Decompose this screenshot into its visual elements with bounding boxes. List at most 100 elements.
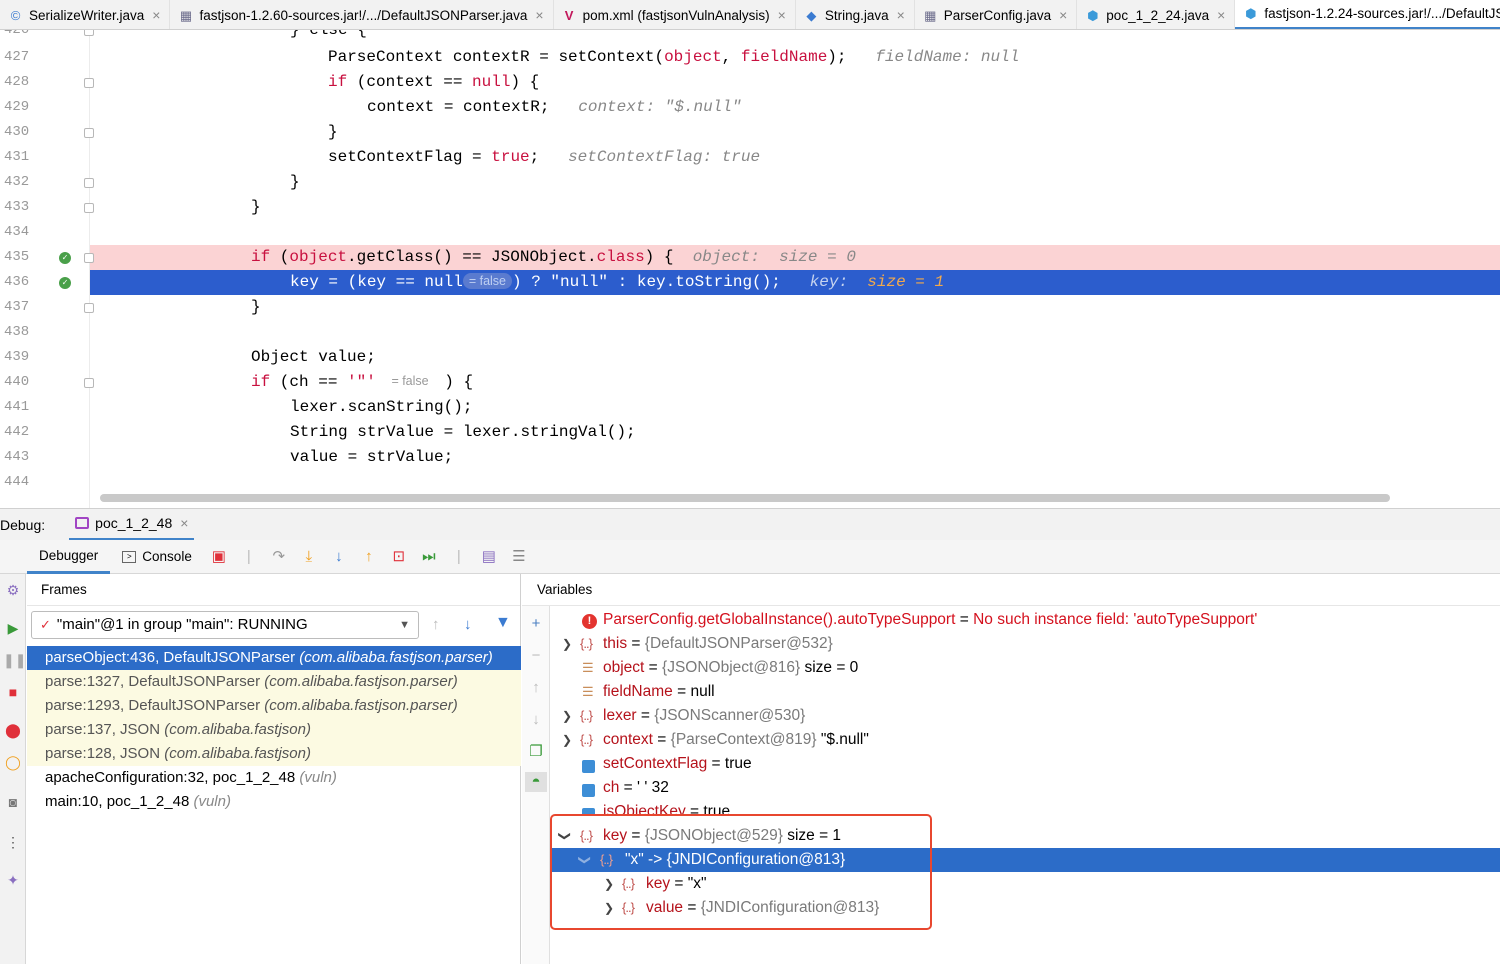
fold-marker-icon[interactable] bbox=[84, 203, 94, 213]
tab-label: ParserConfig.java bbox=[943, 7, 1052, 23]
chevron-right-icon[interactable]: ❯ bbox=[562, 632, 572, 656]
resume-icon[interactable]: ▶ bbox=[3, 618, 23, 638]
variable-row[interactable]: ❯ {..} lexer = {JSONScanner@530} bbox=[522, 704, 1500, 728]
line-number: 443 bbox=[4, 449, 30, 465]
tab-string-java[interactable]: ◆ String.java × bbox=[796, 0, 915, 29]
code-editor[interactable]: 426} else { 427 ParseContext contextR = s… bbox=[0, 30, 1500, 508]
frame-item[interactable]: parseObject:436, DefaultJSONParser (com.… bbox=[27, 646, 521, 670]
filter-icon[interactable]: ▼ bbox=[495, 614, 511, 632]
variable-row[interactable]: ch = ' ' 32 bbox=[522, 776, 1500, 800]
line-number: 440 bbox=[4, 374, 30, 390]
tab-parserconfig[interactable]: ▦ ParserConfig.java × bbox=[915, 0, 1078, 29]
show-execution-point-icon[interactable]: ↷ bbox=[269, 547, 289, 567]
frame-item[interactable]: parse:1327, DefaultJSONParser (com.aliba… bbox=[27, 670, 521, 694]
fold-marker-icon[interactable] bbox=[84, 253, 94, 263]
tab-poc-1-2-24[interactable]: ⬢ poc_1_2_24.java × bbox=[1077, 0, 1236, 29]
frame-item[interactable]: parse:137, JSON (com.alibaba.fastjson) bbox=[27, 718, 521, 742]
fold-marker-icon[interactable] bbox=[84, 30, 94, 36]
frame-package: (com.alibaba.fastjson) bbox=[164, 721, 311, 738]
debug-session-tab[interactable]: poc_1_2_48 × bbox=[69, 509, 195, 541]
code-text: if (context == null) { bbox=[328, 70, 539, 95]
pin-icon[interactable]: ✦ bbox=[3, 870, 23, 890]
variable-value: ' ' 32 bbox=[637, 779, 669, 796]
tab-label: poc_1_2_24.java bbox=[1106, 7, 1210, 23]
close-icon[interactable]: × bbox=[180, 515, 188, 531]
tab-label: String.java bbox=[824, 7, 889, 23]
tab-defaultjsonparser-160[interactable]: ▦ fastjson-1.2.60-sources.jar!/.../Defaul… bbox=[170, 0, 554, 29]
settings-gear-icon[interactable]: ⚙ bbox=[3, 580, 23, 600]
run-to-cursor-icon[interactable]: ⏭ bbox=[419, 547, 439, 567]
frame-item[interactable]: apacheConfiguration:32, poc_1_2_48 (vuln… bbox=[27, 766, 521, 790]
horizontal-scrollbar[interactable] bbox=[100, 494, 1390, 502]
fold-marker-icon[interactable] bbox=[84, 378, 94, 388]
frames-panel: Frames ✓ "main"@1 in group "main": RUNNI… bbox=[27, 574, 521, 964]
fold-marker-icon[interactable] bbox=[84, 128, 94, 138]
trace-icon[interactable]: ☰ bbox=[509, 547, 529, 567]
fold-marker-icon[interactable] bbox=[84, 303, 94, 313]
chevron-right-icon[interactable]: ❯ bbox=[562, 704, 572, 728]
layout-icon[interactable]: ▣ bbox=[209, 547, 229, 567]
variable-value: null bbox=[690, 683, 715, 700]
close-icon[interactable]: × bbox=[152, 7, 160, 23]
parameter-icon: ☰ bbox=[582, 684, 594, 699]
mute-breakpoints-icon[interactable]: ◯ bbox=[3, 752, 23, 772]
debugger-toolbar: Debugger > Console ▣ | ↷ ⤓ ↓ ↑ ⊡ ⏭ | ▤ ☰ bbox=[0, 540, 1500, 574]
code-text: lexer.scanString(); bbox=[290, 398, 473, 416]
tab-debugger[interactable]: Debugger bbox=[27, 540, 111, 574]
close-icon[interactable]: × bbox=[1059, 7, 1067, 23]
frame-item[interactable]: main:10, poc_1_2_48 (vuln) bbox=[27, 790, 521, 814]
code-line: 437} bbox=[0, 295, 1500, 320]
tab-serializewriter[interactable]: © SerializeWriter.java × bbox=[0, 0, 171, 29]
breakpoint-verified-icon[interactable]: ✓ bbox=[59, 252, 71, 264]
tab-console[interactable]: > Console bbox=[110, 540, 204, 574]
variable-name: isObjectKey bbox=[603, 803, 686, 814]
variable-row[interactable]: ! ParserConfig.getGlobalInstance().autoTy… bbox=[522, 608, 1500, 632]
frame-item[interactable]: parse:1293, DefaultJSONParser (com.aliba… bbox=[27, 694, 521, 718]
variable-row[interactable]: ☰ fieldName = null bbox=[522, 680, 1500, 704]
close-icon[interactable]: × bbox=[897, 7, 905, 23]
variable-value: "$.null" bbox=[816, 731, 869, 748]
arrow-up-icon[interactable]: ↑ bbox=[432, 616, 440, 633]
variable-text: context = {ParseContext@819} "$.null" bbox=[603, 728, 869, 752]
more-icon[interactable]: ⋮ bbox=[3, 832, 23, 852]
code-token: fieldName bbox=[740, 48, 828, 66]
breakpoint-verified-icon[interactable]: ✓ bbox=[59, 277, 71, 289]
stop-icon[interactable]: ■ bbox=[3, 682, 23, 702]
check-icon: ✓ bbox=[40, 617, 51, 632]
step-out-icon[interactable]: ↑ bbox=[359, 547, 379, 567]
frame-package: (vuln) bbox=[299, 769, 337, 786]
variable-row[interactable]: ❯ {..} context = {ParseContext@819} "$.nul… bbox=[522, 728, 1500, 752]
step-into-icon[interactable]: ↓ bbox=[329, 547, 349, 567]
thread-selector[interactable]: ✓ "main"@1 in group "main": RUNNING ▼ bbox=[31, 611, 419, 639]
thread-label: "main"@1 in group "main": RUNNING bbox=[56, 616, 308, 633]
fold-marker-icon[interactable] bbox=[84, 178, 94, 188]
frame-package: (com.alibaba.fastjson.parser) bbox=[264, 673, 458, 690]
variable-row[interactable]: ☰ object = {JSONObject@816} size = 0 bbox=[522, 656, 1500, 680]
step-over-icon[interactable]: ⤓ bbox=[299, 547, 319, 567]
close-icon[interactable]: × bbox=[778, 7, 786, 23]
java-class-icon: ⬢ bbox=[1087, 7, 1099, 23]
tab-defaultjsonparser-124[interactable]: ⬢ fastjson-1.2.24-sources.jar!/.../Defaul… bbox=[1235, 0, 1500, 29]
code-line: 429 context = contextR; context: "$.null" bbox=[0, 95, 1500, 120]
drop-frame-icon[interactable]: ⊡ bbox=[389, 547, 409, 567]
view-breakpoints-icon[interactable]: ⬤ bbox=[3, 720, 23, 740]
variable-row[interactable]: setContextFlag = true bbox=[522, 752, 1500, 776]
evaluate-expression-icon[interactable]: ▤ bbox=[479, 547, 499, 567]
java-source-icon: ▦ bbox=[179, 7, 193, 23]
code-token: null bbox=[472, 73, 511, 91]
fold-marker-icon[interactable] bbox=[84, 78, 94, 88]
variable-row[interactable]: ❯ {..} this = {DefaultJSONParser@532} bbox=[522, 632, 1500, 656]
camera-icon[interactable]: ◙ bbox=[3, 792, 23, 812]
tab-label: SerializeWriter.java bbox=[29, 7, 145, 23]
close-icon[interactable]: × bbox=[535, 7, 543, 23]
code-text: if (ch == '"' = false ) { bbox=[251, 370, 473, 395]
code-token: object bbox=[289, 248, 348, 266]
frame-item[interactable]: parse:128, JSON (com.alibaba.fastjson) bbox=[27, 742, 521, 766]
code-text: ParseContext contextR = setContext(objec… bbox=[328, 45, 1019, 70]
variable-row[interactable]: isObjectKey = true bbox=[522, 800, 1500, 814]
pause-icon[interactable]: ❚❚ bbox=[3, 650, 26, 670]
arrow-down-icon[interactable]: ↓ bbox=[464, 616, 472, 633]
chevron-right-icon[interactable]: ❯ bbox=[562, 728, 572, 752]
close-icon[interactable]: × bbox=[1217, 7, 1225, 23]
tab-pom-xml[interactable]: Vpom.xml (fastjsonVulnAnalysis) × bbox=[554, 0, 796, 29]
